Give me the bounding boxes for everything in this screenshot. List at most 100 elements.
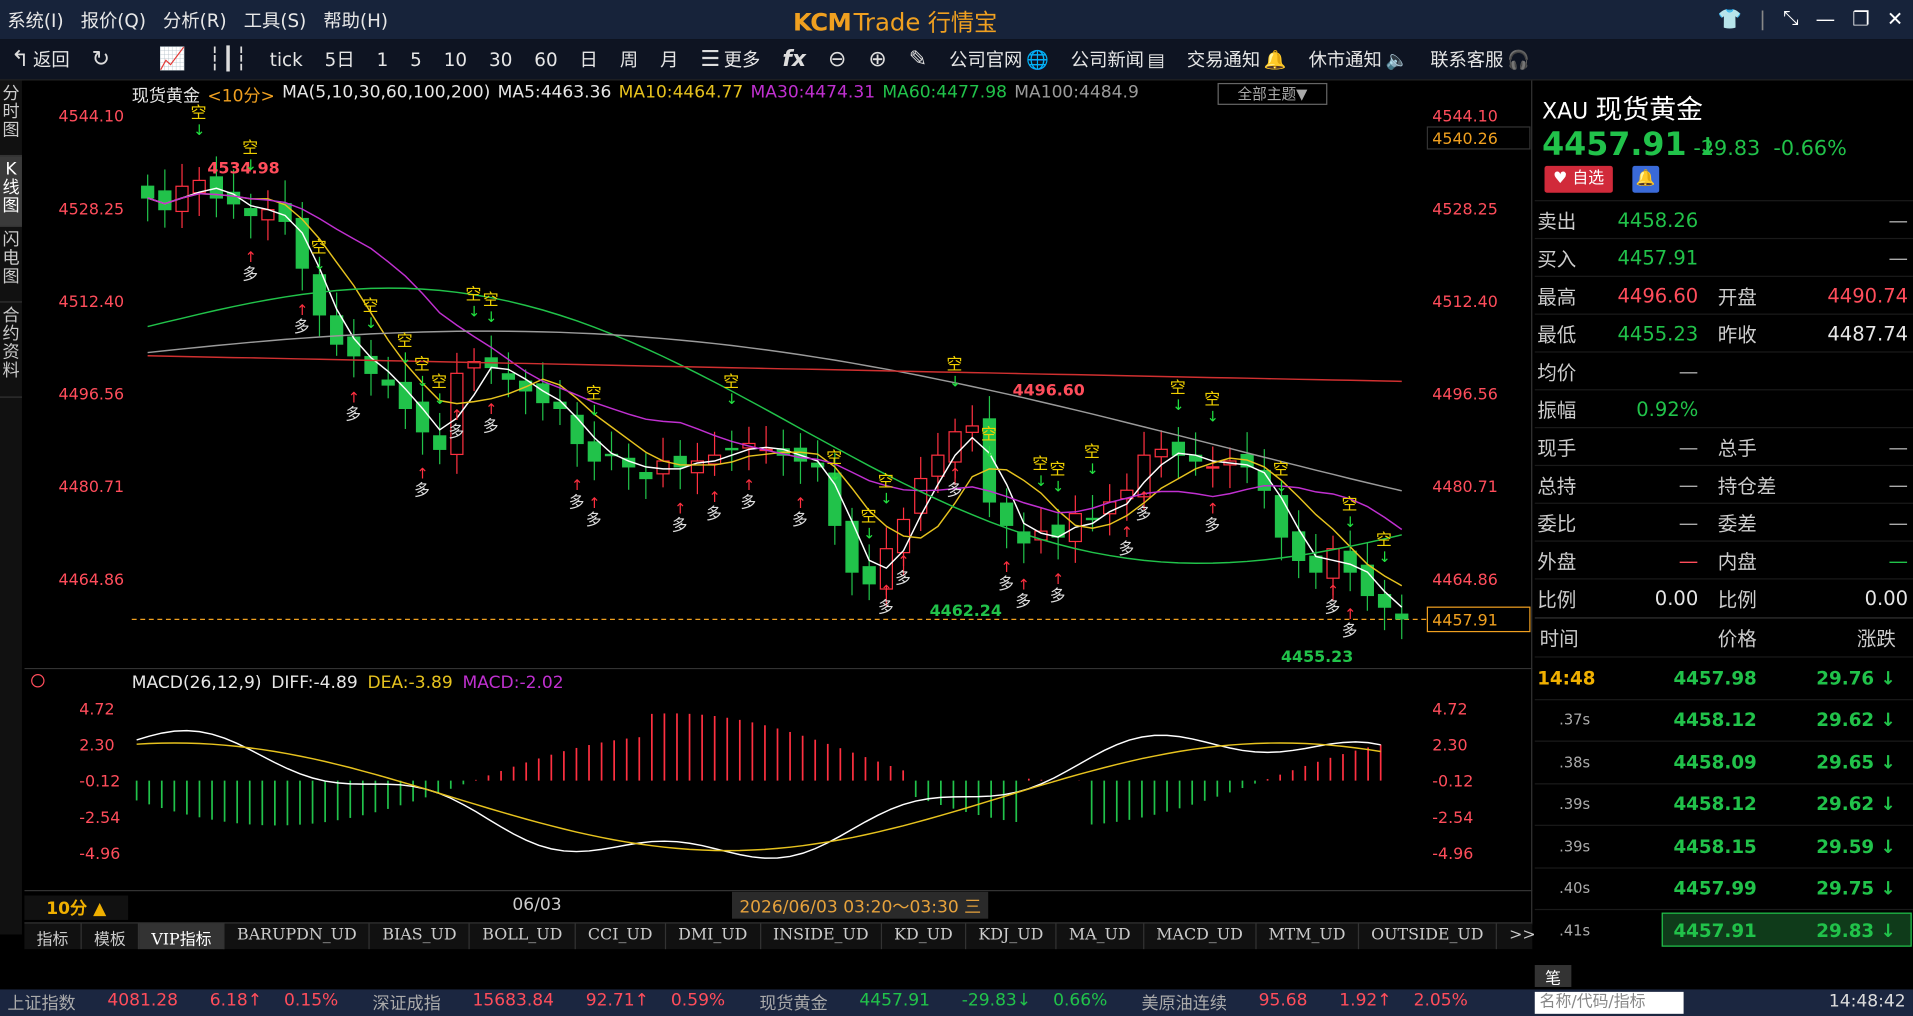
skin-icon[interactable]: 👕 (1718, 7, 1742, 30)
indicator-tab[interactable]: MA_UD (1057, 923, 1145, 950)
sell-signal-arrow: ↓ (1344, 514, 1356, 531)
quote-label: 振幅 (1537, 398, 1577, 423)
candle-body (347, 336, 361, 357)
line-chart-button[interactable]: 📈 (148, 46, 197, 72)
macd-y-tick-left: 4.72 (79, 699, 114, 718)
favorite-button[interactable]: ♥ 自选 (1544, 165, 1613, 193)
quote-label: 卖出 (1537, 209, 1577, 234)
menu-analysis[interactable]: 分析(R) (156, 7, 237, 33)
indicator-tab[interactable]: 指标 (24, 923, 82, 950)
index-ticker[interactable]: 深证成指 15683.84 92.71↑ 0.59% (346, 991, 733, 1015)
ticker-change: 1.92↑ (1339, 990, 1392, 1011)
candle-body (141, 185, 155, 199)
period-tick[interactable]: tick (259, 48, 314, 70)
quote-row: 最低 4455.23 昨收 4487.74 (1534, 313, 1913, 352)
ticker-percent: 2.05% (1413, 990, 1468, 1011)
zoom-in-button[interactable]: ⊕ (857, 46, 897, 72)
buy-signal-label: 多 (345, 405, 361, 424)
link-trade-notice[interactable]: 交易通知 🔔 (1176, 46, 1298, 72)
period-60[interactable]: 60 (523, 48, 568, 70)
chart-svg[interactable]: 4544.10 4544.10 4528.25 4528.25 4512.40 4512.… (24, 81, 1533, 925)
link-support[interactable]: 联系客服 🎧 (1419, 46, 1541, 72)
period-day[interactable]: 日 (569, 46, 609, 72)
tick-row: .41s 4457.91 29.83 ↓ (1534, 908, 1913, 951)
indicator-tab[interactable]: KDJ_UD (966, 923, 1057, 950)
formula-button[interactable]: fx (771, 46, 817, 72)
tab-contract[interactable]: 合约资料 (0, 303, 22, 398)
indicator-tab[interactable]: KD_UD (882, 923, 967, 950)
indicator-tab[interactable]: 模板 (82, 923, 140, 950)
candle-body (501, 373, 516, 380)
tick-time: .39s (1559, 795, 1591, 813)
indicator-tab[interactable]: MACD_UD (1144, 923, 1257, 950)
zoom-out-button[interactable]: ⊖ (817, 46, 857, 72)
more-button[interactable]: ☰ 更多 (689, 46, 771, 72)
link-company-news[interactable]: 公司新闻 ▤ (1060, 46, 1176, 72)
period-selector[interactable]: 10分 ▲ (24, 895, 129, 920)
more-label: 更多 (723, 48, 761, 71)
col-change: 涨跌 (1856, 626, 1896, 650)
shrink-icon[interactable]: ⤡ (1783, 6, 1799, 30)
period-week[interactable]: 周 (609, 46, 649, 72)
theme-select[interactable]: 全部主题▼ (1217, 82, 1328, 105)
indicator-tab[interactable]: BARUPDN_UD (225, 923, 371, 950)
link-market-closed[interactable]: 休市通知 🔈 (1298, 46, 1420, 72)
tab-timeline[interactable]: 分时图 (0, 81, 22, 157)
tick-price: 4458.09 (1673, 750, 1757, 773)
tab-kline[interactable]: K线图 (0, 156, 22, 227)
quote-row: 买入 4457.91 — (1534, 237, 1913, 276)
draw-button[interactable]: ✎ (898, 46, 938, 72)
bell-icon: 🔔 (1263, 48, 1287, 71)
y-tick-right: 4480.71 (1432, 477, 1498, 496)
tick-time: .41s (1559, 921, 1591, 939)
sell-signal-arrow: ↓ (399, 350, 411, 367)
candle-chart-button[interactable]: ┆┃┆ (197, 46, 259, 72)
indicator-tab[interactable]: OUTSIDE_UD (1359, 923, 1497, 950)
period-5day[interactable]: 5日 (314, 46, 366, 72)
refresh-button[interactable]: ↻ (81, 46, 121, 72)
period-month[interactable]: 月 (649, 46, 689, 72)
speaker-icon: 🔈 (1385, 48, 1409, 71)
quote-label: 总持 (1537, 474, 1577, 498)
back-button[interactable]: ↰ 返回 (0, 46, 81, 72)
quote-value: 4457.91 (1617, 245, 1699, 270)
tick-mode-tab[interactable]: 笔 (1534, 965, 1572, 988)
indicator-tab[interactable]: BIAS_UD (370, 923, 471, 950)
sell-signal-label: 空 (483, 290, 499, 309)
restore-icon[interactable]: ❐ (1852, 7, 1869, 30)
indicator-tab[interactable]: DMI_UD (666, 923, 761, 950)
globe-icon: 🌐 (1026, 48, 1049, 71)
candle-body (330, 315, 344, 345)
quote-row: 现手 — 总手 — (1534, 427, 1913, 465)
menu-help[interactable]: 帮助(H) (316, 7, 398, 33)
menu-quote[interactable]: 报价(Q) (73, 7, 155, 33)
period-1[interactable]: 1 (366, 48, 400, 70)
menu-tools[interactable]: 工具(S) (236, 7, 316, 33)
indicator-tab[interactable]: MTM_UD (1256, 923, 1359, 950)
link-company-site[interactable]: 公司官网 🌐 (938, 46, 1060, 72)
alert-bell-button[interactable]: 🔔 (1632, 165, 1660, 193)
close-icon[interactable]: ✕ (1887, 7, 1903, 30)
support-label: 联系客服 (1430, 48, 1504, 71)
candle-body (278, 202, 292, 222)
quote-value2: — (1888, 208, 1909, 232)
indicator-tab[interactable]: INSIDE_UD (761, 923, 882, 950)
index-ticker[interactable]: 现货黄金 4457.91 -29.83↓ 0.66% (732, 991, 1114, 1015)
quote-value: — (1678, 510, 1699, 534)
indicator-tab[interactable]: BOLL_UD (470, 923, 576, 950)
index-ticker[interactable]: 美原油连续 95.68 1.92↑ 2.05% (1115, 991, 1475, 1015)
period-30[interactable]: 30 (478, 48, 523, 70)
minimize-icon[interactable]: — (1816, 7, 1836, 30)
menu-system[interactable]: 系统(I) (0, 7, 73, 33)
period-10[interactable]: 10 (433, 48, 478, 70)
last-price-value: 4457.91 (1542, 126, 1687, 164)
tick-change: 29.65 ↓ (1816, 750, 1896, 773)
index-ticker[interactable]: 上证指数 4081.28 6.18↑ 0.15% (0, 991, 346, 1015)
chart-legend: 现货黄金 <10分> MA(5,10,30,60,100,200) MA5:44… (132, 83, 1139, 107)
tab-flash[interactable]: 闪电图 (0, 227, 22, 303)
search-input[interactable]: 名称/代码/指标 (1534, 991, 1684, 1014)
indicator-tab[interactable]: CCI_UD (576, 923, 666, 950)
quote-value: 4458.26 (1617, 208, 1699, 232)
period-5[interactable]: 5 (399, 48, 433, 70)
indicator-tab[interactable]: VIP指标 (139, 923, 225, 950)
